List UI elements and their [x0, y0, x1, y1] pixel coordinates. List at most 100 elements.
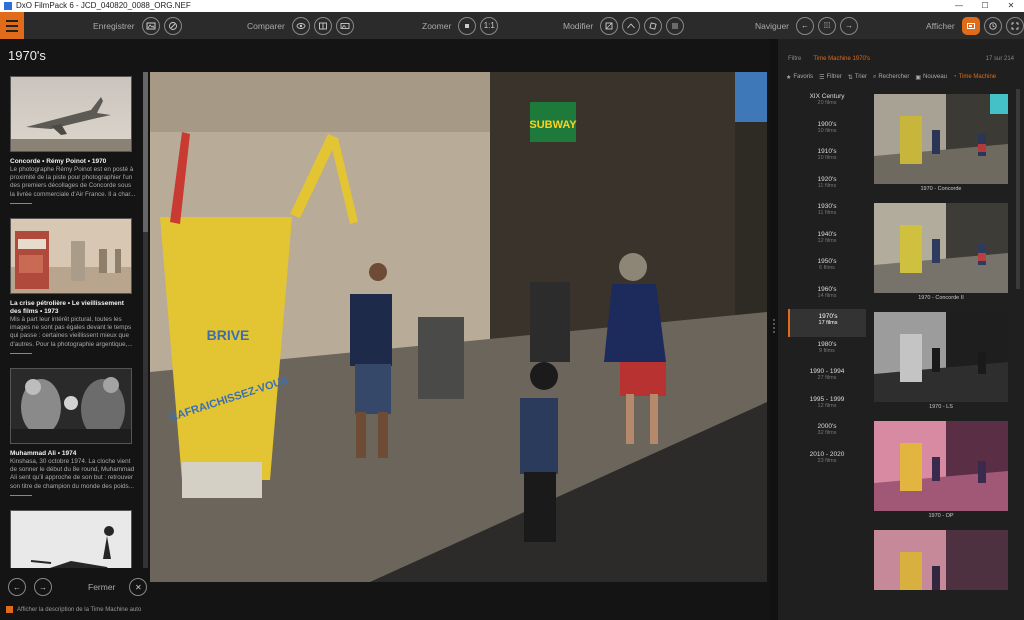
zoom-fit-button[interactable]	[458, 16, 477, 35]
decade-item[interactable]: 1995 - 1999 12 films	[788, 392, 866, 420]
history-icon	[989, 21, 997, 30]
new-tool[interactable]: ▣ Nouveau	[915, 74, 947, 81]
drag-handle-icon[interactable]	[773, 319, 775, 333]
main-photo[interactable]: SUBWAY BRIVE RAFRAICHISSEZ-VOUS	[150, 72, 767, 582]
favorites-label: Favoris	[793, 74, 814, 80]
story-description: Le photographe Rémy Poinot est en posté …	[10, 166, 136, 198]
favorites-tool[interactable]: ★ Favoris	[786, 74, 813, 81]
story-card[interactable]: La crise pétrolière • Le vieillissement …	[10, 218, 136, 354]
maximize-button[interactable]: ☐	[972, 0, 998, 12]
decade-name: 1995 - 1999	[809, 395, 845, 403]
decade-item[interactable]: 1940's 12 films	[788, 227, 866, 255]
film-preview[interactable]: 1970 - LS	[874, 312, 1008, 410]
decade-name: 2000's	[817, 423, 837, 430]
sort-label: Trier	[854, 74, 867, 80]
display-group: Afficher	[926, 12, 1024, 39]
decade-count: 20 films	[817, 100, 837, 106]
split-view-icon	[318, 22, 327, 29]
filter-tool[interactable]: ☰ Filtrer	[819, 74, 842, 81]
divider	[10, 352, 32, 354]
film-count: 17 sur 214	[985, 56, 1014, 62]
decade-item-selected[interactable]: 1970's 17 films	[788, 309, 866, 337]
scrollbar-thumb[interactable]	[143, 72, 148, 232]
decade-item[interactable]: 1950's 6 films	[788, 254, 866, 282]
filter-icon: ☰	[819, 74, 825, 81]
cup-brand-text: BRIVE	[207, 327, 250, 343]
decade-item[interactable]: 2010 - 2020 23 films	[788, 447, 866, 475]
decade-count: 11 films	[817, 210, 837, 216]
decade-item[interactable]: 1920's 11 films	[788, 172, 866, 200]
fullscreen-icon	[1011, 22, 1019, 29]
story-card[interactable]	[10, 510, 136, 568]
film-name: 1970 - Concorde	[920, 186, 962, 192]
decade-item[interactable]: 1990 - 1994 27 films	[788, 364, 866, 392]
filter-value[interactable]: Time Machine 1970's	[813, 56, 985, 62]
grid-view-button[interactable]: ⁞⁞⁞	[818, 16, 837, 35]
film-preview[interactable]: 1970 - OP	[874, 421, 1008, 519]
left-scrollbar[interactable]	[143, 72, 148, 568]
crop-button[interactable]	[600, 16, 619, 35]
film-preview[interactable]	[874, 530, 1008, 590]
previous-story-button[interactable]: ←	[8, 578, 26, 596]
film-thumbnail	[874, 530, 1008, 590]
compare-split-button[interactable]	[313, 16, 332, 35]
film-thumbnail	[874, 421, 1008, 511]
save-image-button[interactable]	[141, 16, 160, 35]
hamburger-menu-button[interactable]	[0, 12, 24, 39]
story-title: Muhammad Ali • 1974	[10, 450, 77, 457]
decade-item[interactable]: 2000's 32 films	[788, 419, 866, 447]
compare-eye-button[interactable]	[291, 16, 310, 35]
decade-item[interactable]: 1900's 10 films	[788, 117, 866, 145]
zoom-label: Zoomer	[422, 20, 452, 31]
close-panel-button[interactable]: ✕	[129, 578, 148, 596]
eye-icon	[296, 22, 306, 29]
next-image-button[interactable]: →	[840, 16, 859, 35]
decade-item[interactable]: 1910's 10 films	[788, 144, 866, 172]
decade-item[interactable]: 1930's 11 films	[788, 199, 866, 227]
decade-count: 32 films	[817, 430, 837, 436]
minimize-button[interactable]: —	[946, 0, 972, 12]
decade-item[interactable]: 1960's 14 films	[788, 282, 866, 310]
history-button[interactable]	[983, 16, 1002, 35]
rotate-button[interactable]	[644, 16, 663, 35]
zoom-100-button[interactable]: 1:1	[480, 16, 499, 35]
decade-item[interactable]: 1980's 9 films	[788, 337, 866, 365]
film-name: 1970 - OP	[928, 513, 954, 519]
close-window-button[interactable]: ✕	[998, 0, 1024, 12]
next-story-button[interactable]: →	[34, 578, 52, 596]
image-export-icon	[146, 22, 156, 29]
show-description-checkbox[interactable]	[6, 606, 13, 613]
story-title: Concorde • Rémy Poinot • 1970	[10, 158, 107, 165]
compare-side-button[interactable]	[335, 16, 354, 35]
decade-name: 1990 - 1994	[809, 368, 845, 375]
sort-tool[interactable]: ⇅ Trier	[848, 74, 867, 81]
show-description-label: Afficher la description de la Time Machi…	[17, 606, 142, 613]
window-title: DxO FilmPack 6 - JCD_040820_0088_ORG.NEF	[16, 1, 191, 10]
decade-count: 10 films	[817, 127, 837, 134]
export-button[interactable]	[163, 16, 182, 35]
fullscreen-button[interactable]	[1005, 16, 1024, 35]
decade-count: 14 films	[817, 292, 837, 299]
previous-image-button[interactable]: ←	[796, 16, 815, 35]
time-machine-tool[interactable]: ◔ Time Machine	[953, 74, 996, 80]
decade-item[interactable]: XIX Century 20 films	[788, 89, 866, 117]
search-label: Rechercher	[878, 74, 910, 80]
time-machine-button[interactable]	[961, 16, 980, 35]
decade-list: XIX Century 20 films 1900's 10 films 1910'…	[788, 89, 866, 474]
film-preview[interactable]: 1970 - Concorde II	[874, 203, 1008, 301]
story-card[interactable]: Concorde • Rémy Poinot • 1970 Le photogr…	[10, 76, 136, 204]
film-preview[interactable]: 1970 - Concorde	[874, 94, 1008, 192]
right-scrollbar[interactable]	[1016, 89, 1020, 289]
sliders-icon	[672, 23, 679, 28]
search-tool[interactable]: ⌕ Rechercher	[873, 74, 909, 81]
decade-name: 1900's	[817, 120, 837, 128]
horizon-button[interactable]	[622, 16, 641, 35]
decade-name: 2010 - 2020	[809, 450, 845, 458]
horizon-icon	[627, 22, 636, 28]
panel-splitter[interactable]	[770, 39, 778, 620]
story-description: Mis à part leur intérêt pictural, toutes…	[10, 316, 133, 348]
adjust-button[interactable]	[666, 16, 685, 35]
story-card[interactable]: Muhammad Ali • 1974 Kinshasa, 30 octobre…	[10, 368, 136, 496]
show-description-option[interactable]: Afficher la description de la Time Machi…	[6, 606, 141, 613]
decade-count: 23 films	[817, 457, 837, 464]
